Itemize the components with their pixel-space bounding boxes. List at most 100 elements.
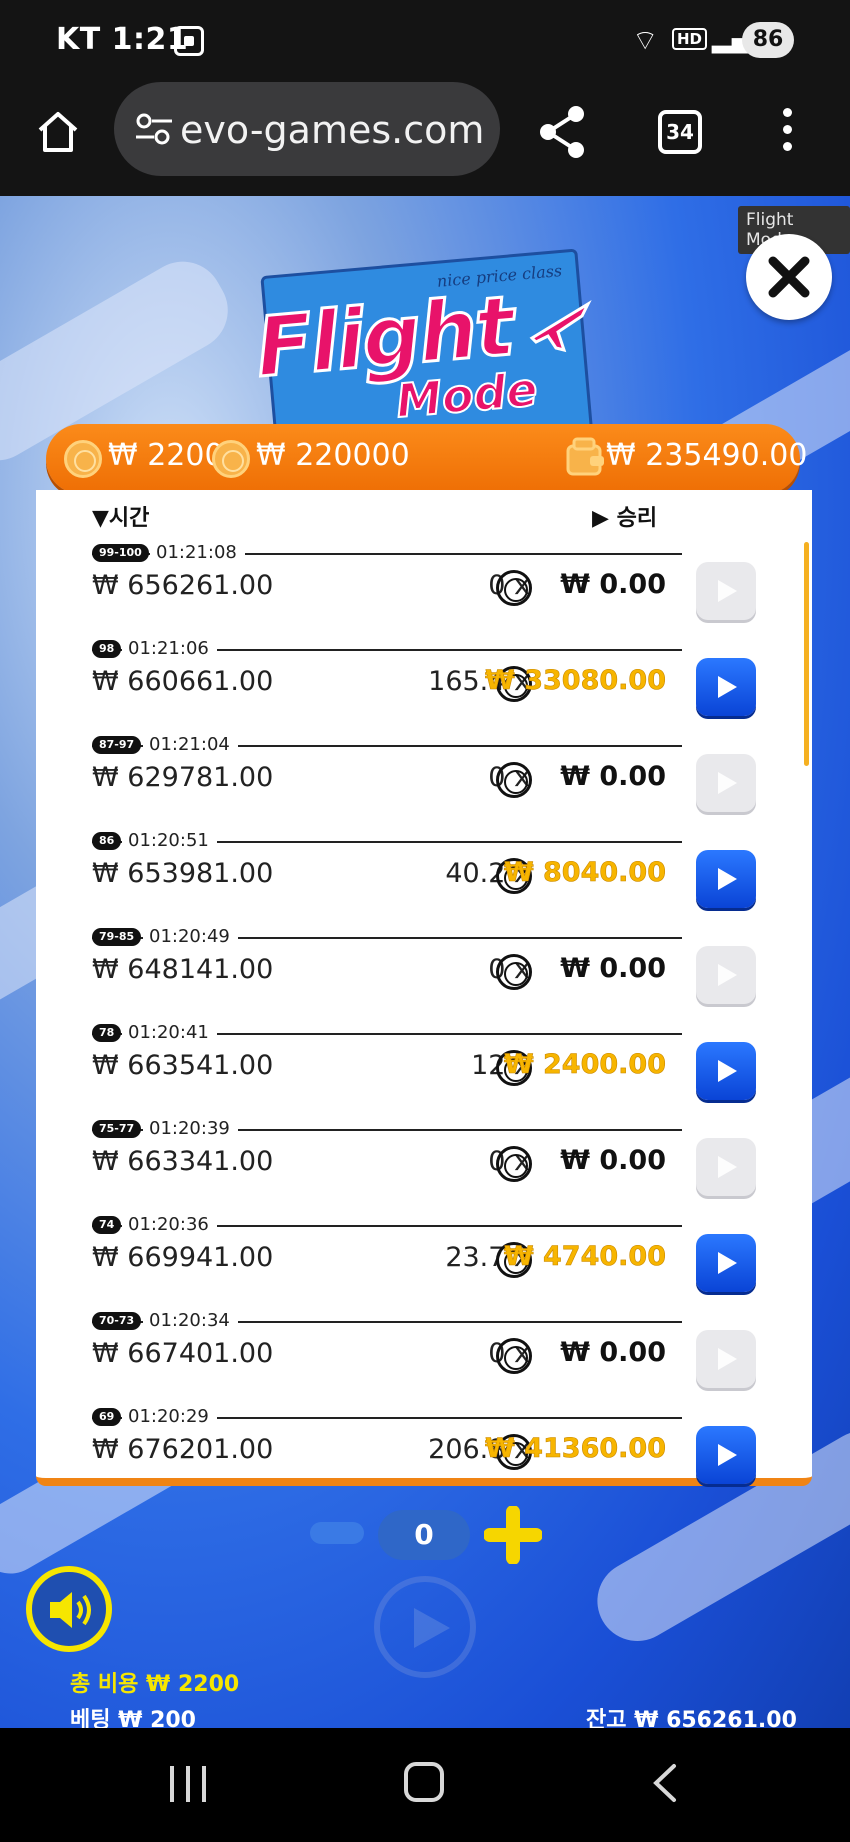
replay-button[interactable] [696, 562, 756, 620]
system-nav-bar [0, 1728, 850, 1842]
coin-icon [496, 762, 532, 798]
screen-capture-icon [174, 26, 204, 56]
network-hd-label: HD [672, 28, 708, 50]
row-win: ₩ 0.00 [560, 569, 666, 600]
history-row: 79-85 01:20:49 ₩ 648141.00 0 x ₩ 0.00 [92, 926, 792, 1022]
back-button[interactable] [650, 1762, 680, 1804]
speaker-icon [50, 1592, 91, 1628]
row-win: ₩ 8040.00 [503, 857, 667, 889]
round-badge: 70-73 [92, 1312, 142, 1330]
row-win: ₩ 0.00 [560, 1145, 666, 1176]
round-time: 01:20:39 [143, 1118, 238, 1139]
round-time: 01:21:04 [143, 734, 238, 755]
home-icon[interactable] [34, 108, 82, 156]
play-icon [718, 1348, 737, 1370]
play-icon [718, 868, 737, 890]
row-win: ₩ 41360.00 [485, 1433, 667, 1465]
replay-button[interactable] [696, 946, 756, 1004]
history-row: 74 01:20:36 ₩ 669941.00 23.7 x ₩ 4740.00 [92, 1214, 792, 1310]
row-balance: ₩ 653981.00 [92, 858, 274, 889]
game-area: Flight Mode nice price class Flight Mode… [0, 196, 850, 1728]
replay-button[interactable] [696, 1330, 756, 1388]
row-balance: ₩ 669941.00 [92, 1242, 274, 1273]
tab-switcher-button[interactable]: 34 [658, 110, 702, 154]
row-balance: ₩ 663341.00 [92, 1146, 274, 1177]
round-time: 01:21:08 [150, 542, 245, 563]
sound-toggle-button[interactable] [26, 1566, 112, 1652]
coin-icon [496, 1338, 532, 1374]
close-icon [768, 256, 810, 298]
summary-bar: ₩ 2200 ₩ 220000 ₩ 235490.00 [46, 424, 807, 494]
play-icon [718, 964, 737, 986]
round-badge: 86 [92, 832, 122, 850]
round-badge: 79-85 [92, 928, 142, 946]
carrier-time: KT 1:21 [56, 22, 189, 57]
round-time: 01:20:51 [122, 830, 217, 851]
decrease-button[interactable] [310, 1522, 364, 1544]
play-icon [718, 772, 737, 794]
history-panel: ▼시간 ▶ 승리 99-100 01:21:08 ₩ 656261.00 0 x ₩ 0… [36, 490, 812, 1486]
replay-button[interactable] [696, 1138, 756, 1196]
wallet-value: ₩ 235490.00 [606, 438, 808, 473]
coin-icon [496, 954, 532, 990]
play-icon [718, 1156, 737, 1178]
main-play-button[interactable] [374, 1576, 476, 1678]
row-win: ₩ 4740.00 [503, 1241, 667, 1273]
replay-button[interactable] [696, 754, 756, 812]
row-balance: ₩ 663541.00 [92, 1050, 274, 1081]
round-badge: 87-97 [92, 736, 142, 754]
row-win: ₩ 0.00 [560, 761, 666, 792]
row-balance: ₩ 656261.00 [92, 570, 274, 601]
play-icon [718, 1060, 737, 1082]
replay-button[interactable] [696, 658, 756, 716]
row-balance: ₩ 660661.00 [92, 666, 274, 697]
history-row: 86 01:20:51 ₩ 653981.00 40.2 x ₩ 8040.00 [92, 830, 792, 926]
round-badge: 69 [92, 1408, 122, 1426]
total-value: ₩ 220000 [256, 438, 410, 473]
row-balance: ₩ 629781.00 [92, 762, 274, 793]
coin-icon [496, 570, 532, 606]
play-icon [414, 1608, 450, 1648]
increase-button[interactable] [484, 1506, 542, 1564]
history-row: 99-100 01:21:08 ₩ 656261.00 0 x ₩ 0.00 [92, 542, 792, 638]
coin-icon [212, 440, 250, 478]
play-icon [718, 1444, 737, 1466]
win-header[interactable]: ▶ 승리 [592, 500, 657, 532]
play-icon [718, 1252, 737, 1274]
close-button[interactable] [746, 234, 832, 320]
round-badge: 75-77 [92, 1120, 142, 1138]
history-header: ▼시간 ▶ 승리 [92, 500, 792, 534]
recent-apps-button[interactable] [170, 1766, 208, 1802]
round-time: 01:20:29 [122, 1406, 217, 1427]
wifi-icon: ⌔ [632, 24, 659, 57]
round-badge: 78 [92, 1024, 122, 1042]
home-button[interactable] [404, 1762, 444, 1802]
round-time: 01:20:34 [143, 1310, 238, 1331]
round-time: 01:20:49 [143, 926, 238, 947]
history-row: 69 01:20:29 ₩ 676201.00 206.8 x ₩ 41360.00 [92, 1406, 792, 1502]
address-bar[interactable]: evo-games.com [114, 82, 500, 176]
play-icon [718, 676, 737, 698]
battery-level: 86 [742, 22, 794, 58]
replay-button[interactable] [696, 850, 756, 908]
replay-button[interactable] [696, 1042, 756, 1100]
row-win: ₩ 0.00 [560, 953, 666, 984]
replay-button[interactable] [696, 1234, 756, 1292]
plane-icon [529, 300, 592, 353]
row-balance: ₩ 667401.00 [92, 1338, 274, 1369]
history-row: 87-97 01:21:04 ₩ 629781.00 0 x ₩ 0.00 [92, 734, 792, 830]
sort-time-header[interactable]: ▼시간 [92, 500, 149, 532]
more-menu-icon[interactable] [780, 108, 794, 158]
status-bar: KT 1:21 ⌔ HD ▂▄▆ 86 [0, 0, 850, 80]
stepper-value: 0 [378, 1510, 470, 1560]
site-settings-icon[interactable] [134, 112, 174, 146]
row-win: ₩ 33080.00 [485, 665, 667, 697]
scrollbar[interactable] [804, 542, 809, 766]
coin-value: ₩ 2200 [108, 438, 224, 473]
share-icon[interactable] [536, 104, 588, 160]
coin-icon [64, 440, 102, 478]
round-time: 01:20:36 [122, 1214, 217, 1235]
replay-button[interactable] [696, 1426, 756, 1484]
round-badge: 74 [92, 1216, 122, 1234]
round-badge: 99-100 [92, 544, 149, 562]
